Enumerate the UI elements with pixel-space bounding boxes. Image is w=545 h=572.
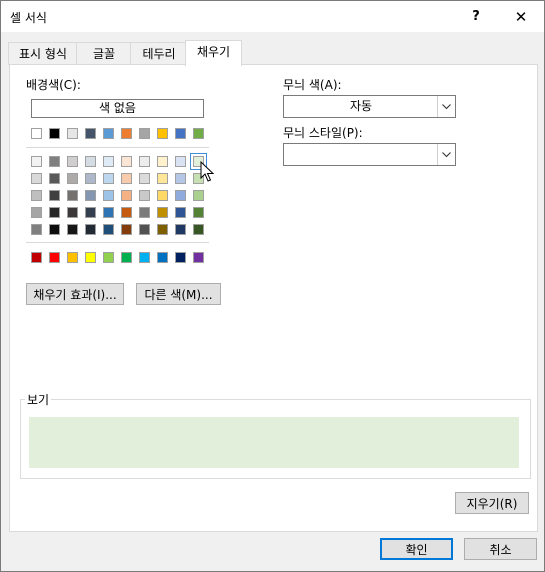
- tab-border[interactable]: 테두리: [130, 42, 188, 65]
- fill-effects-button[interactable]: 채우기 효과(I)...: [26, 283, 124, 305]
- tint-4-swatch-0[interactable]: [31, 207, 42, 218]
- tint-3-swatch-9[interactable]: [193, 190, 204, 201]
- preview-swatch: [29, 417, 519, 468]
- theme-color-swatch-8[interactable]: [175, 128, 186, 139]
- pattern-color-label: 무늬 색(A):: [283, 78, 342, 92]
- tint-5-swatch-7[interactable]: [157, 224, 168, 235]
- theme-color-swatch-4[interactable]: [103, 128, 114, 139]
- cancel-button[interactable]: 취소: [464, 538, 537, 560]
- standard-color-swatch-7[interactable]: [157, 252, 168, 263]
- standard-color-swatch-9[interactable]: [193, 252, 204, 263]
- tint-4-swatch-7[interactable]: [157, 207, 168, 218]
- theme-color-swatch-3[interactable]: [85, 128, 96, 139]
- mouse-pointer-icon: [200, 161, 214, 182]
- chevron-down-icon[interactable]: [437, 96, 455, 117]
- standard-color-swatch-8[interactable]: [175, 252, 186, 263]
- fill-panel: 배경색(C): 색 없음 채우기 효과(I)... 다른 색(M)... 무늬 …: [9, 64, 538, 532]
- tint-3-swatch-6[interactable]: [139, 190, 150, 201]
- theme-color-swatch-1[interactable]: [49, 128, 60, 139]
- tint-3-swatch-3[interactable]: [85, 190, 96, 201]
- tint-5-swatch-8[interactable]: [175, 224, 186, 235]
- chevron-down-icon[interactable]: [437, 144, 455, 165]
- tab-fill[interactable]: 채우기: [185, 40, 242, 66]
- clear-button[interactable]: 지우기(R): [455, 492, 529, 514]
- tint-5-swatch-2[interactable]: [67, 224, 78, 235]
- tint-3-swatch-0[interactable]: [31, 190, 42, 201]
- tint-1-swatch-0[interactable]: [31, 156, 42, 167]
- no-color-button[interactable]: 색 없음: [31, 99, 204, 118]
- theme-color-swatch-6[interactable]: [139, 128, 150, 139]
- tint-1-swatch-3[interactable]: [85, 156, 96, 167]
- tint-4-swatch-4[interactable]: [103, 207, 114, 218]
- theme-color-swatch-0[interactable]: [31, 128, 42, 139]
- standard-color-swatch-4[interactable]: [103, 252, 114, 263]
- tint-5-swatch-5[interactable]: [121, 224, 132, 235]
- background-color-label: 배경색(C):: [26, 78, 81, 92]
- tint-3-swatch-2[interactable]: [67, 190, 78, 201]
- palette-divider: [26, 147, 209, 148]
- tint-5-swatch-3[interactable]: [85, 224, 96, 235]
- standard-color-swatch-2[interactable]: [67, 252, 78, 263]
- preview-group: 보기: [20, 391, 531, 479]
- pattern-color-value: 자동: [349, 99, 373, 113]
- standard-color-swatch-6[interactable]: [139, 252, 150, 263]
- tint-1-swatch-1[interactable]: [49, 156, 60, 167]
- tint-1-swatch-6[interactable]: [139, 156, 150, 167]
- tint-1-swatch-8[interactable]: [175, 156, 186, 167]
- tint-2-swatch-1[interactable]: [49, 173, 60, 184]
- tint-2-swatch-3[interactable]: [85, 173, 96, 184]
- theme-color-swatch-7[interactable]: [157, 128, 168, 139]
- tint-2-swatch-2[interactable]: [67, 173, 78, 184]
- tab-number-format[interactable]: 표시 형식: [8, 42, 78, 65]
- tint-3-swatch-8[interactable]: [175, 190, 186, 201]
- pattern-style-label: 무늬 스타일(P):: [283, 126, 363, 140]
- standard-color-swatch-1[interactable]: [49, 252, 60, 263]
- more-colors-button[interactable]: 다른 색(M)...: [136, 283, 221, 305]
- preview-label: 보기: [25, 391, 52, 408]
- tint-2-swatch-6[interactable]: [139, 173, 150, 184]
- standard-color-swatch-0[interactable]: [31, 252, 42, 263]
- tint-2-swatch-8[interactable]: [175, 173, 186, 184]
- theme-color-swatch-5[interactable]: [121, 128, 132, 139]
- close-button[interactable]: ✕: [498, 1, 544, 32]
- tint-2-swatch-4[interactable]: [103, 173, 114, 184]
- tint-5-swatch-4[interactable]: [103, 224, 114, 235]
- dialog-title: 셀 서식: [10, 11, 47, 25]
- tint-3-swatch-1[interactable]: [49, 190, 60, 201]
- ok-button[interactable]: 확인: [380, 538, 453, 560]
- tint-4-swatch-9[interactable]: [193, 207, 204, 218]
- tint-2-swatch-5[interactable]: [121, 173, 132, 184]
- tint-5-swatch-0[interactable]: [31, 224, 42, 235]
- pattern-style-value: [284, 144, 438, 165]
- tint-4-swatch-1[interactable]: [49, 207, 60, 218]
- tint-1-swatch-2[interactable]: [67, 156, 78, 167]
- palette-divider: [26, 242, 209, 243]
- pattern-color-select[interactable]: 자동: [283, 95, 456, 118]
- tint-1-swatch-4[interactable]: [103, 156, 114, 167]
- tint-2-swatch-0[interactable]: [31, 173, 42, 184]
- tint-4-swatch-8[interactable]: [175, 207, 186, 218]
- tint-3-swatch-5[interactable]: [121, 190, 132, 201]
- title-bar: 셀 서식 ? ✕: [1, 1, 544, 32]
- tint-4-swatch-2[interactable]: [67, 207, 78, 218]
- tint-3-swatch-4[interactable]: [103, 190, 114, 201]
- tint-5-swatch-1[interactable]: [49, 224, 60, 235]
- tint-4-swatch-3[interactable]: [85, 207, 96, 218]
- tint-1-swatch-5[interactable]: [121, 156, 132, 167]
- tint-4-swatch-5[interactable]: [121, 207, 132, 218]
- standard-color-swatch-5[interactable]: [121, 252, 132, 263]
- tint-1-swatch-7[interactable]: [157, 156, 168, 167]
- standard-color-swatch-3[interactable]: [85, 252, 96, 263]
- tint-2-swatch-7[interactable]: [157, 173, 168, 184]
- pattern-style-select[interactable]: [283, 143, 456, 166]
- help-button[interactable]: ?: [453, 1, 499, 32]
- tab-font[interactable]: 글꼴: [76, 42, 132, 65]
- tint-5-swatch-9[interactable]: [193, 224, 204, 235]
- tint-4-swatch-6[interactable]: [139, 207, 150, 218]
- format-cells-dialog: 셀 서식 ? ✕ 표시 형식 글꼴 테두리 채우기 배경색(C): 색 없음 채…: [0, 0, 545, 572]
- theme-color-swatch-9[interactable]: [193, 128, 204, 139]
- theme-color-swatch-2[interactable]: [67, 128, 78, 139]
- tint-3-swatch-7[interactable]: [157, 190, 168, 201]
- tint-5-swatch-6[interactable]: [139, 224, 150, 235]
